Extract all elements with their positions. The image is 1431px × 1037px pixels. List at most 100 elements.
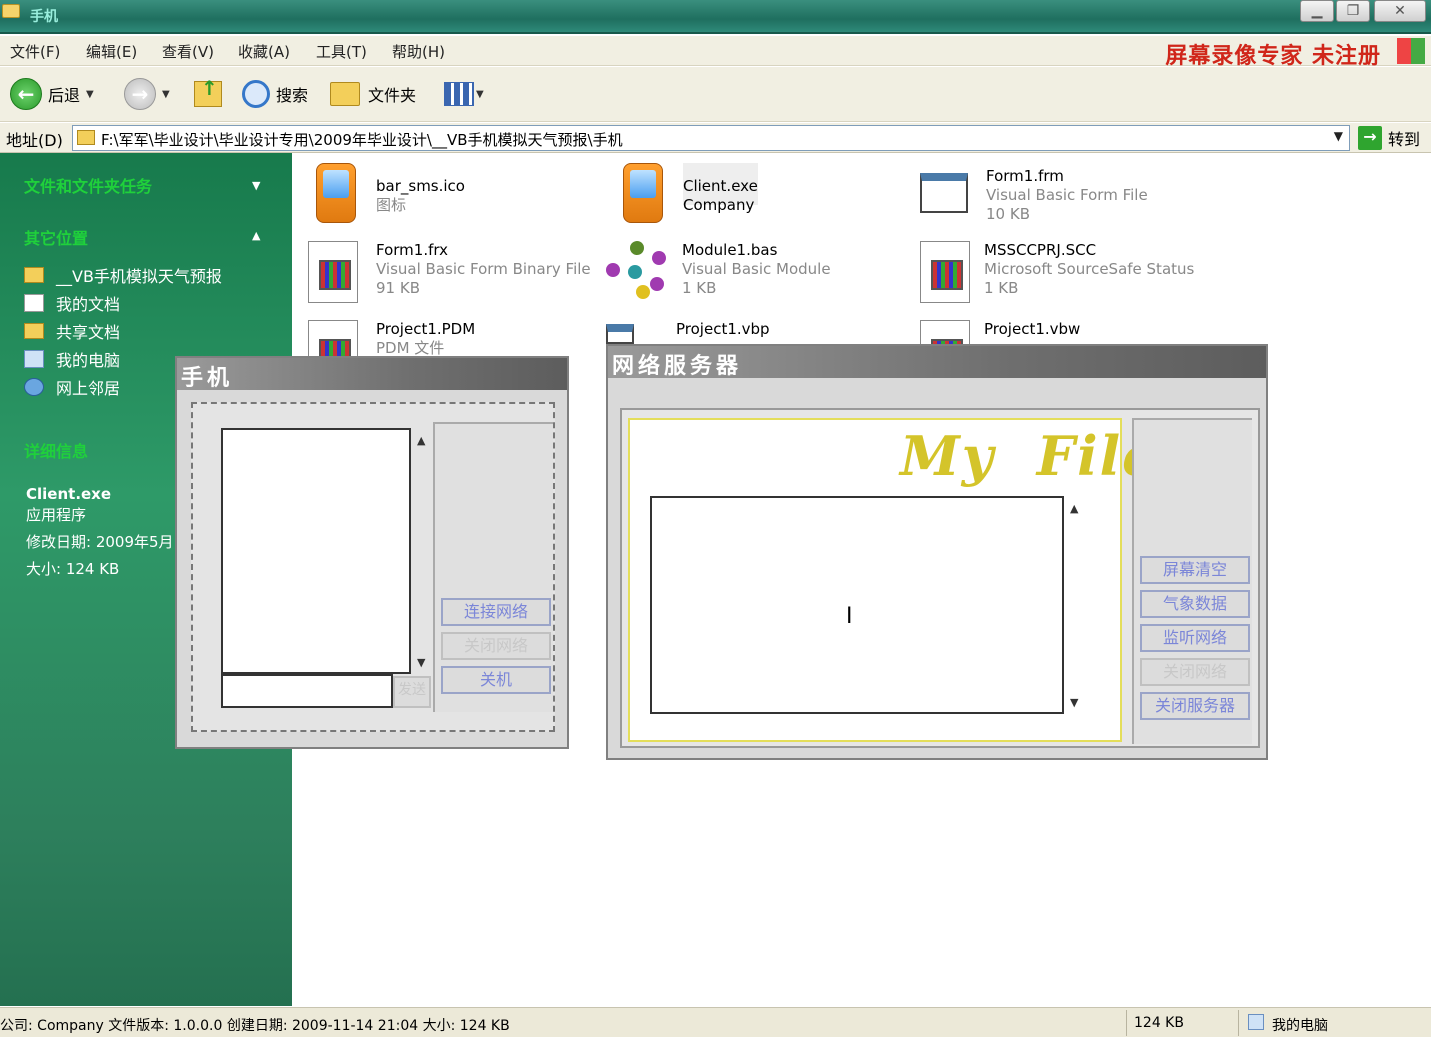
file-item[interactable]: bar_sms.ico 图标 xyxy=(310,163,465,225)
listen-network-button[interactable]: 监听网络 xyxy=(1140,624,1250,652)
detail-type: 应用程序 xyxy=(26,506,87,524)
address-bar: 地址(D) F:\军军\毕业设计\毕业设计专用\2009年毕业设计\__VB手机… xyxy=(0,123,1431,153)
chevron-down-icon[interactable]: ▼ xyxy=(252,179,260,192)
shutdown-button[interactable]: 关机 xyxy=(441,666,551,694)
documents-icon xyxy=(24,294,44,312)
file-name: Project1.PDM xyxy=(376,320,476,338)
title-bar: 手机 ▁ ❐ ✕ xyxy=(0,0,1431,34)
search-label: 搜索 xyxy=(276,86,309,105)
places-section-header[interactable]: 其它位置 xyxy=(24,225,88,249)
folder-icon xyxy=(24,323,44,339)
scroll-up-icon[interactable]: ▲ xyxy=(417,434,425,447)
folders-button[interactable]: 文件夹 xyxy=(330,77,416,111)
server-window: 网络服务器 My File I ▲ ▼ 屏幕清空 气象数据 监听网络 关闭网络 … xyxy=(606,344,1268,760)
search-icon xyxy=(242,80,270,108)
forward-button[interactable]: → ▼ xyxy=(124,77,170,111)
close-network-button[interactable]: 关闭网络 xyxy=(441,632,551,660)
scroll-up-icon[interactable]: ▲ xyxy=(1070,502,1078,515)
weather-data-button[interactable]: 气象数据 xyxy=(1140,590,1250,618)
server-log-display[interactable] xyxy=(650,496,1064,714)
file-type: Visual Basic Form File xyxy=(986,186,1148,204)
chevron-down-icon[interactable]: ▼ xyxy=(162,89,170,100)
folder-icon xyxy=(330,82,360,106)
file-name: Form1.frm xyxy=(986,167,1064,185)
status-bar: 公司: Company 文件版本: 1.0.0.0 创建日期: 2009-11-… xyxy=(0,1007,1431,1037)
send-button[interactable]: 发送 xyxy=(393,676,431,708)
file-item[interactable]: Module1.bas Visual Basic Module 1 KB xyxy=(606,241,831,303)
file-type: Visual Basic Form Binary File xyxy=(376,260,591,278)
toolbar: ← 后退 ▼ → ▼ 搜索 文件夹 ▼ xyxy=(0,67,1431,122)
close-network-button[interactable]: 关闭网络 xyxy=(1140,658,1250,686)
menu-tools[interactable]: 工具(T) xyxy=(316,41,367,62)
menu-favorites[interactable]: 收藏(A) xyxy=(238,41,290,62)
forward-arrow-icon: → xyxy=(124,78,156,110)
menu-view[interactable]: 查看(V) xyxy=(162,41,214,62)
details-section-header[interactable]: 详细信息 xyxy=(24,438,88,462)
menu-file[interactable]: 文件(F) xyxy=(10,41,60,62)
minimize-button[interactable]: ▁ xyxy=(1300,0,1334,22)
network-icon xyxy=(24,378,44,396)
phone-window-title[interactable]: 手机 xyxy=(177,358,567,391)
file-item[interactable]: Form1.frx Visual Basic Form Binary File 91… xyxy=(306,241,591,303)
place-my-computer[interactable]: 我的电脑 xyxy=(24,347,120,371)
phone-icon xyxy=(310,163,362,225)
file-name: Project1.vbw xyxy=(984,320,1081,338)
up-folder-button[interactable] xyxy=(194,76,222,111)
menu-edit[interactable]: 编辑(E) xyxy=(86,41,137,62)
chevron-down-icon[interactable]: ▼ xyxy=(476,89,484,100)
file-item[interactable]: MSSCCPRJ.SCC Microsoft SourceSafe Status 1… xyxy=(918,241,1194,303)
detail-modified: 修改日期: 2009年5月 xyxy=(26,533,174,551)
file-type: 图标 xyxy=(376,196,407,214)
tasks-section-header[interactable]: 文件和文件夹任务 xyxy=(24,173,152,197)
chevron-up-icon[interactable]: ▲ xyxy=(252,229,260,242)
search-button[interactable]: 搜索 xyxy=(242,77,308,111)
folder-up-icon xyxy=(194,76,222,107)
file-item[interactable]: Client.exe Company xyxy=(617,163,758,225)
file-size: 1 KB xyxy=(984,279,1019,297)
server-window-title[interactable]: 网络服务器 xyxy=(608,346,1266,379)
restore-button[interactable]: ❐ xyxy=(1336,0,1370,22)
windows-logo-icon xyxy=(1397,38,1425,64)
status-file-info: 公司: Company 文件版本: 1.0.0.0 创建日期: 2009-11-… xyxy=(0,1018,510,1034)
file-type: Visual Basic Module xyxy=(682,260,831,278)
close-server-button[interactable]: 关闭服务器 xyxy=(1140,692,1250,720)
views-button[interactable]: ▼ xyxy=(444,77,484,111)
file-name: Form1.frx xyxy=(376,241,449,259)
connect-network-button[interactable]: 连接网络 xyxy=(441,598,551,626)
back-label: 后退 xyxy=(48,86,81,105)
phone-icon xyxy=(617,163,669,225)
phone-input-field[interactable] xyxy=(221,674,393,708)
file-name: bar_sms.ico xyxy=(376,177,465,195)
file-type: Microsoft SourceSafe Status xyxy=(984,260,1195,278)
folder-icon xyxy=(77,130,95,145)
chevron-down-icon[interactable]: ▼ xyxy=(86,89,94,100)
close-button[interactable]: ✕ xyxy=(1374,0,1426,22)
chevron-down-icon[interactable]: ▼ xyxy=(1334,129,1343,143)
file-name: Project1.vbp xyxy=(676,320,770,338)
back-arrow-icon: ← xyxy=(10,78,42,110)
file-name: Client.exe xyxy=(683,177,758,195)
clear-screen-button[interactable]: 屏幕清空 xyxy=(1140,556,1250,584)
folder-icon xyxy=(2,4,20,18)
scroll-down-icon[interactable]: ▼ xyxy=(1070,696,1078,709)
address-path: F:\军军\毕业设计\毕业设计专用\2009年毕业设计\__VB手机模拟天气预报… xyxy=(101,131,623,149)
menu-help[interactable]: 帮助(H) xyxy=(392,41,445,62)
place-shared-documents[interactable]: 共享文档 xyxy=(24,319,120,343)
place-network[interactable]: 网上邻居 xyxy=(24,375,120,399)
place-vb-folder[interactable]: __VB手机模拟天气预报 xyxy=(24,263,222,287)
back-button[interactable]: ← 后退 ▼ xyxy=(10,77,94,111)
phone-message-display[interactable] xyxy=(221,428,411,674)
status-location: 我的电脑 xyxy=(1272,1018,1328,1034)
status-divider xyxy=(1126,1010,1127,1036)
go-button[interactable]: → 转到 xyxy=(1358,125,1420,151)
place-label: __VB手机模拟天气预报 xyxy=(56,267,222,286)
scroll-down-icon[interactable]: ▼ xyxy=(417,656,425,669)
address-input[interactable]: F:\军军\毕业设计\毕业设计专用\2009年毕业设计\__VB手机模拟天气预报… xyxy=(72,125,1350,151)
file-size: 10 KB xyxy=(986,205,1030,223)
place-my-documents[interactable]: 我的文档 xyxy=(24,291,120,315)
file-item[interactable]: Form1.frm Visual Basic Form File 10 KB xyxy=(920,167,1148,229)
status-size: 124 KB xyxy=(1134,1015,1184,1031)
computer-icon xyxy=(24,350,44,368)
file-name: Module1.bas xyxy=(682,241,778,259)
go-label: 转到 xyxy=(1388,130,1421,149)
